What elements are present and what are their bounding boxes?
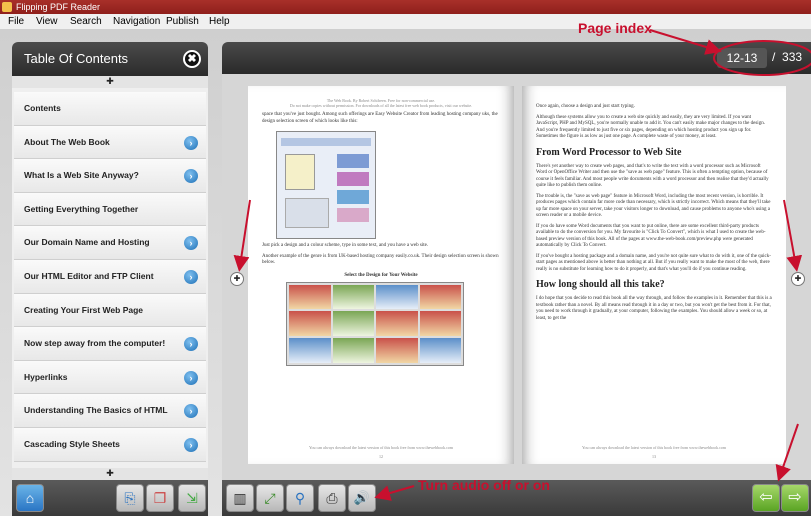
page-number: 12 — [379, 454, 383, 459]
page-footer: You can always download the latest versi… — [582, 445, 726, 450]
toc-list: Contents About The Web Book › What Is a W… — [14, 92, 206, 462]
toc-item[interactable]: Now step away from the computer! › — [14, 327, 206, 361]
toc-item-label: Contents — [24, 103, 61, 113]
zoom-icon[interactable]: ⚲ — [286, 484, 314, 512]
toc-panel: Table Of Contents ✖ ✚ Contents About The… — [12, 42, 208, 516]
pager-separator: / — [772, 50, 776, 64]
toc-item-label: Getting Everything Together — [24, 203, 139, 214]
page-indicator: 12-13 / 333 — [717, 46, 811, 68]
toc-item-label: Hyperlinks — [24, 371, 68, 382]
menu-view[interactable]: View — [36, 16, 58, 27]
figure-caption: Select the Design for Your Website — [344, 272, 418, 278]
menu-bar: File View Search Navigation Publish Help — [0, 14, 811, 30]
page-index-annotation: Page index — [578, 20, 652, 36]
menu-search[interactable]: Search — [70, 16, 102, 27]
section-heading: How long should all this take? — [536, 279, 665, 290]
go-arrow-icon[interactable]: › — [184, 269, 198, 284]
go-arrow-icon[interactable]: › — [184, 404, 198, 419]
previous-page-button[interactable]: ⇦ — [752, 484, 780, 512]
window-title: Flipping PDF Reader — [16, 2, 101, 12]
app-icon — [2, 2, 12, 12]
paragraph: Once again, choose a design and just sta… — [536, 104, 635, 109]
toc-item[interactable]: Creating Your First Web Page — [14, 293, 206, 328]
window-titlebar: Flipping PDF Reader — [0, 0, 811, 14]
paragraph: Although these systems allow you to crea… — [536, 114, 765, 140]
paragraph: If you do have some Word documents that … — [536, 223, 766, 249]
paragraph: I do hope that you decide to read this b… — [536, 296, 772, 321]
menu-navigation[interactable]: Navigation — [113, 16, 160, 27]
paragraph: The trouble is, the "save as web page" f… — [536, 193, 771, 219]
section-heading: From Word Processor to Web Site — [536, 146, 682, 158]
toc-item[interactable]: Getting Everything Together — [14, 192, 206, 227]
go-arrow-icon[interactable]: › — [184, 135, 198, 150]
page-footer: You can always download the latest versi… — [309, 445, 453, 450]
next-page-corner-icon[interactable]: ✚ — [791, 272, 805, 286]
paragraph: There's yet another way to create web pa… — [536, 163, 769, 189]
audio-annotation: Turn audio off or on — [418, 477, 550, 493]
screenshot-image — [276, 131, 376, 239]
go-arrow-icon[interactable]: › — [184, 337, 198, 352]
go-arrow-icon[interactable]: › — [184, 236, 198, 251]
menu-help[interactable]: Help — [209, 16, 230, 27]
toc-item-label: Cascading Style Sheets — [24, 438, 120, 449]
toc-item-label: What Is a Web Site Anyway? — [24, 170, 139, 181]
paragraph: space that you've just bought. Among suc… — [262, 112, 498, 124]
toc-item[interactable]: Understanding The Basics of HTML › — [14, 394, 206, 428]
toc-item[interactable]: Our HTML Editor and FTP Client › — [14, 259, 206, 294]
toc-item[interactable]: About The Web Book › — [14, 125, 206, 160]
paragraph: Just pick a design and a colour scheme, … — [262, 243, 429, 248]
thumbnails-icon[interactable]: ▥ — [226, 484, 254, 512]
toc-header: Table Of Contents ✖ — [12, 42, 208, 76]
toc-scroll-down-icon[interactable]: ✚ — [12, 468, 208, 480]
toc-scroll-up-icon[interactable]: ✚ — [12, 76, 208, 88]
paragraph: Another example of the genre is from UK-… — [262, 253, 499, 266]
toc-item[interactable]: Cascading Style Sheets › — [14, 427, 206, 462]
toc-item-label: Understanding The Basics of HTML — [24, 405, 168, 416]
toc-item[interactable]: Hyperlinks › — [14, 360, 206, 395]
toc-item[interactable]: What Is a Web Site Anyway? › — [14, 159, 206, 193]
toc-item-label: Our Domain Name and Hosting — [24, 237, 150, 248]
toc-item-label: Our HTML Editor and FTP Client — [24, 270, 154, 281]
toc-title: Table Of Contents — [24, 51, 129, 66]
design-gallery-image — [286, 281, 464, 366]
close-icon[interactable]: ✖ — [183, 50, 201, 68]
toc-item-label: Now step away from the computer! — [24, 338, 166, 349]
bookmark-icon[interactable]: ⎘ — [116, 484, 144, 512]
prev-page-corner-icon[interactable]: ✚ — [230, 272, 244, 286]
audio-toggle-icon[interactable]: 🔊 — [348, 484, 376, 512]
toc-item[interactable]: Our Domain Name and Hosting › — [14, 226, 206, 260]
home-icon[interactable]: ⌂ — [16, 484, 44, 512]
right-page[interactable]: Once again, choose a design and just sta… — [522, 86, 786, 464]
paragraph: If you've bought a hosting package and a… — [536, 253, 771, 272]
print-icon[interactable]: ⎙ — [318, 484, 346, 512]
copy-icon[interactable]: ❐ — [146, 484, 174, 512]
toc-item-label: Creating Your First Web Page — [24, 304, 144, 315]
next-page-button[interactable]: ⇨ — [781, 484, 809, 512]
export-icon[interactable]: ⇲ — [178, 484, 206, 512]
current-page[interactable]: 12-13 — [717, 48, 767, 68]
page-header: The Web Book. By Robert Schifreen. Free … — [289, 98, 473, 108]
page-number: 13 — [652, 454, 656, 459]
go-arrow-icon[interactable]: › — [184, 169, 198, 184]
total-pages: / 333 — [772, 50, 802, 64]
left-page[interactable]: The Web Book. By Robert Schifreen. Free … — [248, 86, 514, 464]
menu-publish[interactable]: Publish — [166, 16, 199, 27]
pager-total: 333 — [782, 50, 803, 64]
go-arrow-icon[interactable]: › — [184, 437, 198, 452]
toc-item[interactable]: Contents — [14, 92, 206, 126]
toc-item-label: About The Web Book — [24, 136, 110, 147]
fullscreen-icon[interactable]: ⤢ — [256, 484, 284, 512]
go-arrow-icon[interactable]: › — [184, 370, 198, 385]
menu-file[interactable]: File — [8, 16, 24, 27]
